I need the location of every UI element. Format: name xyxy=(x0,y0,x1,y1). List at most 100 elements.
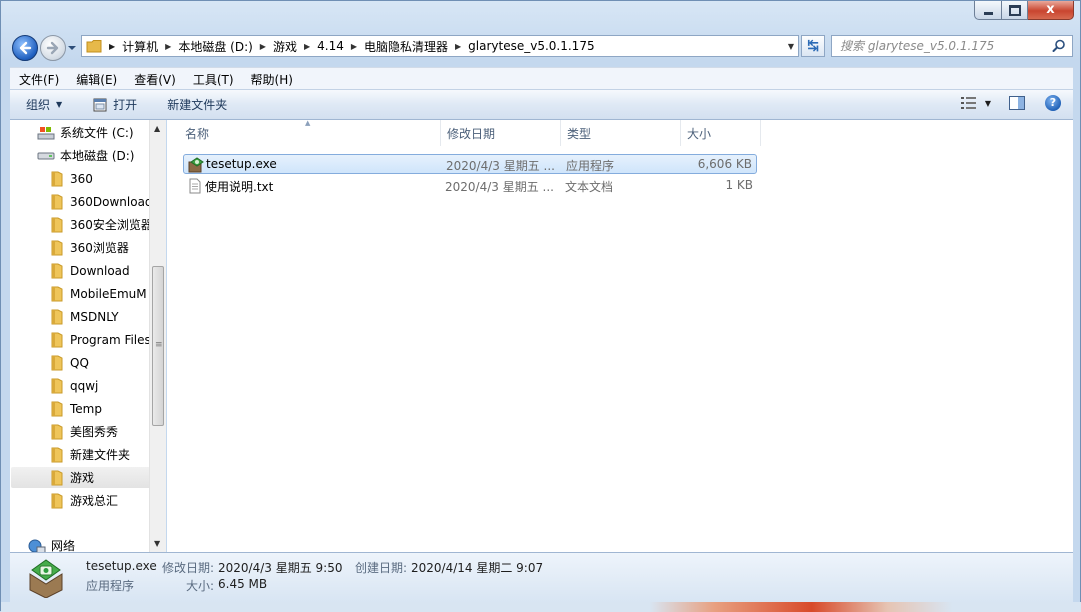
detail-modified-label: 修改日期: xyxy=(162,561,215,575)
column-header-size[interactable]: 大小 xyxy=(681,120,761,146)
tree-item-folder[interactable]: Download xyxy=(50,260,130,281)
navigation-scrollbar[interactable]: ▲ ≡ ▼ xyxy=(149,120,166,552)
chevron-right-icon[interactable]: ▶ xyxy=(260,42,266,51)
file-row[interactable]: 使用说明.txt 2020/4/3 星期五 ... 文本文档 1 KB xyxy=(183,176,757,196)
address-dropdown-icon[interactable]: ▼ xyxy=(788,42,794,51)
folder-icon xyxy=(51,401,63,416)
tree-item-label: QQ xyxy=(70,355,89,370)
caption-buttons: x xyxy=(974,1,1074,23)
chevron-right-icon[interactable]: ▶ xyxy=(351,42,357,51)
file-date: 2020/4/3 星期五 ... xyxy=(445,180,554,194)
open-button[interactable]: 打开 xyxy=(92,96,137,113)
file-row-selected[interactable]: tesetup.exe 2020/4/3 星期五 ... 应用程序 6,606 … xyxy=(183,154,757,174)
minimize-icon xyxy=(983,11,993,15)
tree-item-label: 新建文件夹 xyxy=(70,448,131,462)
column-header-name[interactable]: 名称 xyxy=(177,120,441,146)
tree-item-drive-d[interactable]: 本地磁盘 (D:) xyxy=(37,145,134,166)
chevron-right-icon[interactable]: ▶ xyxy=(165,42,171,51)
arrow-right-icon xyxy=(46,41,59,55)
column-header-date[interactable]: 修改日期 xyxy=(441,120,561,146)
tree-item-folder[interactable]: 360浏览器 xyxy=(50,237,129,258)
explorer-window: x ▶ 计算机 ▶ 本地磁盘 (D:) ▶ 游戏 ▶ 4.14 ▶ 电脑隐私清理器 ▶ g… xyxy=(0,0,1081,612)
search-box xyxy=(831,35,1073,57)
tree-item-folder[interactable]: Program Files xyxy=(50,329,151,350)
breadcrumb-games[interactable]: 游戏 xyxy=(273,38,297,55)
chevron-down-icon: ▼ xyxy=(56,100,63,109)
organize-button[interactable]: 组织 ▼ xyxy=(26,96,62,113)
breadcrumb-privacy-cleaner[interactable]: 电脑隐私清理器 xyxy=(364,38,448,55)
address-bar[interactable]: ▶ 计算机 ▶ 本地磁盘 (D:) ▶ 游戏 ▶ 4.14 ▶ 电脑隐私清理器 ▶ gla… xyxy=(81,35,799,57)
new-folder-button[interactable]: 新建文件夹 xyxy=(167,96,227,113)
arrow-left-icon xyxy=(19,41,32,55)
breadcrumb-4-14[interactable]: 4.14 xyxy=(317,39,344,53)
scroll-down-icon[interactable]: ▼ xyxy=(154,539,160,548)
folder-icon xyxy=(51,378,63,393)
minimize-button[interactable] xyxy=(974,1,1002,20)
tree-item-label: 360 xyxy=(70,171,93,186)
tree-item-folder[interactable]: 美图秀秀 xyxy=(50,421,118,442)
file-size: 1 KB xyxy=(725,178,753,192)
change-view-button[interactable]: ▼ xyxy=(960,97,991,109)
scroll-up-icon[interactable]: ▲ xyxy=(154,124,160,133)
folder-icon xyxy=(51,217,63,232)
grip-icon: ≡ xyxy=(155,340,163,350)
back-button[interactable] xyxy=(12,35,38,61)
details-view-icon xyxy=(960,97,976,109)
search-icon[interactable] xyxy=(1052,39,1066,53)
tree-item-label: 360安全浏览器 xyxy=(70,218,153,232)
column-header-label: 名称 xyxy=(185,126,210,141)
column-header-label: 大小 xyxy=(687,126,712,141)
menu-view[interactable]: 查看(V) xyxy=(125,71,184,88)
folder-icon xyxy=(51,470,63,485)
tree-item-folder[interactable]: 360 xyxy=(50,168,93,189)
maximize-icon xyxy=(1008,4,1021,16)
new-folder-label: 新建文件夹 xyxy=(167,98,228,112)
tree-item-folder[interactable]: MSDNLY xyxy=(50,306,119,327)
folder-icon xyxy=(51,332,63,347)
tree-item-folder[interactable]: qqwj xyxy=(50,375,98,396)
tree-item-folder[interactable]: QQ xyxy=(50,352,89,373)
breadcrumb-current-folder[interactable]: glarytese_v5.0.1.175 xyxy=(468,39,594,53)
maximize-button[interactable] xyxy=(1002,1,1028,20)
refresh-button[interactable]: ↹ xyxy=(801,35,825,57)
organize-label: 组织 xyxy=(26,98,51,112)
tree-item-network[interactable]: 网络 xyxy=(28,535,75,552)
installer-icon xyxy=(29,559,63,598)
scroll-thumb[interactable]: ≡ xyxy=(152,266,164,426)
tree-item-folder[interactable]: 360Download xyxy=(50,191,153,212)
installer-icon xyxy=(188,157,204,173)
help-icon[interactable]: ? xyxy=(1045,95,1061,111)
forward-button[interactable] xyxy=(40,35,66,61)
tree-item-folder[interactable]: 游戏总汇 xyxy=(50,490,118,511)
column-header-type[interactable]: 类型 xyxy=(561,120,681,146)
search-input[interactable] xyxy=(838,38,1052,54)
chevron-right-icon[interactable]: ▶ xyxy=(455,42,461,51)
preview-pane-icon[interactable] xyxy=(1009,96,1025,110)
menu-edit[interactable]: 编辑(E) xyxy=(67,71,125,88)
file-name: 使用说明.txt xyxy=(205,180,274,194)
tree-item-folder[interactable]: 新建文件夹 xyxy=(50,444,130,465)
folder-icon xyxy=(51,447,63,462)
menu-tools[interactable]: 工具(T) xyxy=(184,71,242,88)
tree-item-folder-selected[interactable]: 游戏 xyxy=(11,467,166,488)
menu-file[interactable]: 文件(F) xyxy=(10,71,67,88)
close-icon: x xyxy=(1046,2,1055,17)
tree-item-drive-c[interactable]: 系统文件 (C:) xyxy=(37,122,134,143)
tree-item-label: 游戏总汇 xyxy=(70,494,119,508)
detail-size-value: 6.45 MB xyxy=(218,577,268,591)
chevron-right-icon[interactable]: ▶ xyxy=(304,42,310,51)
tree-item-folder[interactable]: MobileEmuM xyxy=(50,283,147,304)
breadcrumb-drive-d[interactable]: 本地磁盘 (D:) xyxy=(178,38,252,55)
tree-item-label: qqwj xyxy=(70,378,99,393)
tree-item-label: 360浏览器 xyxy=(70,241,129,255)
toolbar-right: ▼ ? xyxy=(960,95,1061,111)
tree-item-folder[interactable]: 360安全浏览器 xyxy=(50,214,153,235)
close-button[interactable]: x xyxy=(1028,1,1074,20)
menu-help[interactable]: 帮助(H) xyxy=(242,71,301,88)
breadcrumb-separator-icon[interactable]: ▶ xyxy=(109,42,115,51)
tree-item-folder[interactable]: Temp xyxy=(50,398,102,419)
file-date: 2020/4/3 星期五 ... xyxy=(446,159,555,173)
recent-pages-dropdown-icon[interactable] xyxy=(67,43,77,53)
column-header-label: 类型 xyxy=(567,126,592,141)
breadcrumb-computer[interactable]: 计算机 xyxy=(122,38,158,55)
